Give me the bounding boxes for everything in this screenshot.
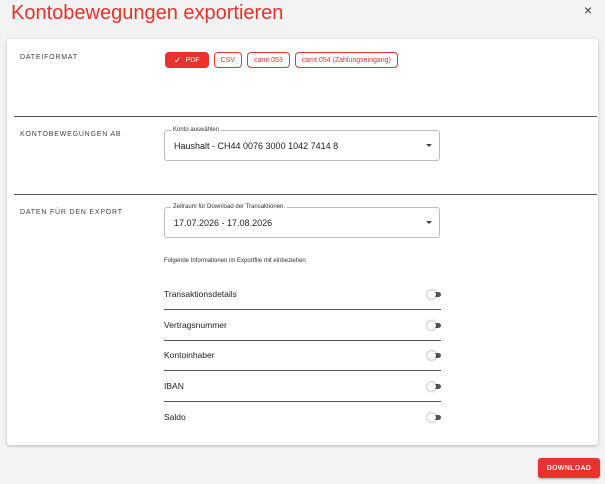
toggle-switch-vertragsnummer[interactable] <box>427 321 441 330</box>
section-divider <box>14 116 597 117</box>
export-info-text: Folgende Informationen im Exportfile mit… <box>164 258 306 264</box>
period-select[interactable]: Zeitraum für Download der Transaktionen.… <box>164 203 440 238</box>
toggle-row-transaktionsdetails: Transaktionsdetails <box>164 280 441 310</box>
close-icon[interactable]: × <box>584 3 592 17</box>
toggle-switch-transaktionsdetails[interactable] <box>427 290 441 299</box>
toggle-label: Vertragsnummer <box>164 320 227 330</box>
toggle-knob <box>427 321 436 330</box>
toggle-switch-iban[interactable] <box>427 382 441 391</box>
toggle-label: Transaktionsdetails <box>164 289 237 299</box>
toggle-label: Saldo <box>164 412 186 422</box>
account-select-value: Haushalt - CH44 0076 3000 1042 7414 8 <box>174 141 339 151</box>
toggle-switch-saldo[interactable] <box>427 413 441 422</box>
format-chip-camt053[interactable]: camt.053 <box>246 52 290 68</box>
toggle-row-kontoinhaber: Kontoinhaber <box>164 341 441 371</box>
format-chip-label: CSV <box>220 56 235 64</box>
toggle-row-saldo: Saldo <box>164 403 441 433</box>
format-chip-camt054[interactable]: camt.054 (Zahlungseingang) <box>294 52 398 68</box>
format-chip-label: camt.054 (Zahlungseingang) <box>301 56 391 64</box>
account-select-label: Konto auswählen <box>171 126 222 135</box>
account-select[interactable]: Konto auswählen Haushalt - CH44 0076 300… <box>164 126 440 161</box>
toggle-row-iban: IBAN <box>164 372 441 402</box>
chevron-down-icon <box>426 221 432 224</box>
toggle-row-vertragsnummer: Vertragsnummer <box>164 311 441 341</box>
toggle-label: Kontoinhaber <box>164 350 215 360</box>
toggle-knob <box>427 290 436 299</box>
chevron-down-icon <box>426 144 432 147</box>
format-chip-label: PDF <box>185 56 200 64</box>
check-icon: ✓ <box>174 54 182 65</box>
download-button[interactable]: DOWNLOAD <box>538 458 600 478</box>
toggle-knob <box>427 413 436 422</box>
toggle-knob <box>427 382 436 391</box>
section-label-dateiformat: DATEIFORMAT <box>20 54 78 61</box>
toggle-knob <box>427 351 436 360</box>
format-chip-csv[interactable]: CSV <box>213 52 242 68</box>
section-divider <box>14 194 597 195</box>
format-chip-group: ✓ PDF CSV camt.053 camt.054 (Zahlungsein… <box>165 52 398 68</box>
format-chip-pdf[interactable]: ✓ PDF <box>165 52 209 68</box>
period-select-value: 17.07.2026 - 17.08.2026 <box>174 218 273 228</box>
section-label-kontobewegungen: KONTOBEWEGUNGEN AB <box>20 131 122 138</box>
format-chip-label: camt.053 <box>253 56 283 64</box>
period-select-label: Zeitraum für Download der Transaktionen. <box>171 203 288 212</box>
toggle-label: IBAN <box>164 381 184 391</box>
dialog-title: Kontobewegungen exportieren <box>11 2 284 24</box>
toggle-switch-kontoinhaber[interactable] <box>427 351 441 360</box>
export-card: DATEIFORMAT ✓ PDF CSV camt.053 camt.054 … <box>7 39 598 445</box>
section-label-daten-export: DATEN FÜR DEN EXPORT <box>20 209 123 216</box>
